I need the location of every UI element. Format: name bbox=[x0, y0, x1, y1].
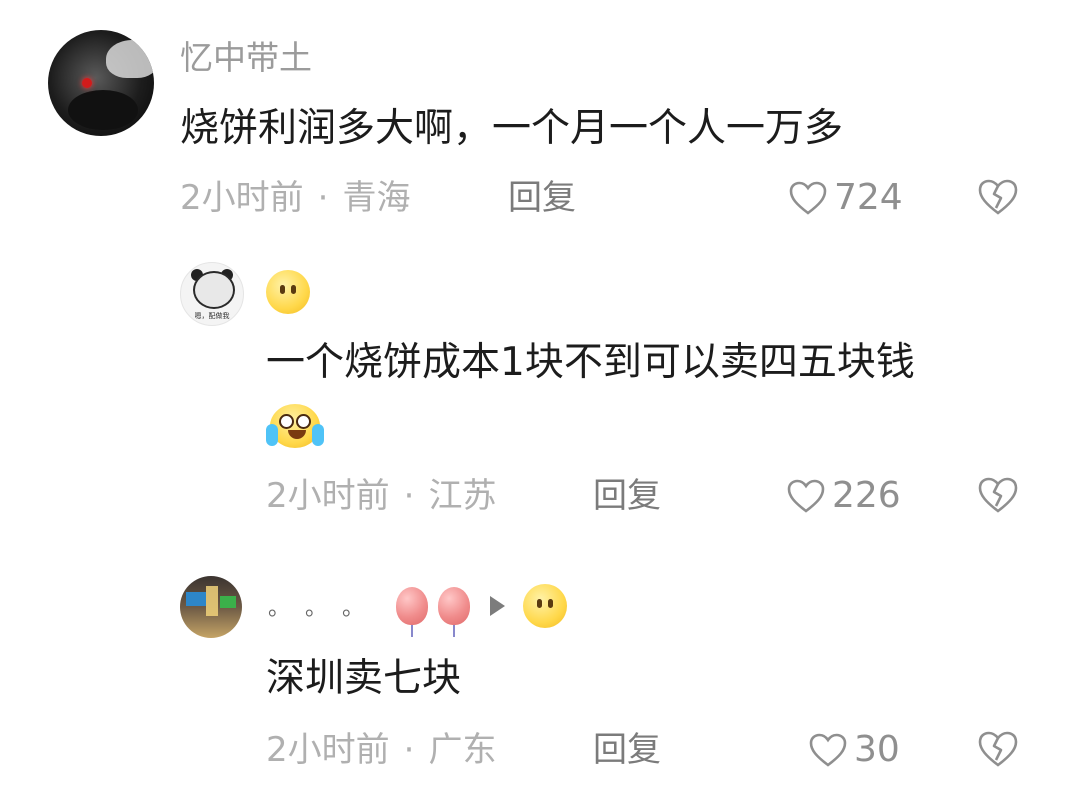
like-count: 724 bbox=[834, 177, 903, 218]
user-avatar[interactable] bbox=[180, 576, 242, 638]
dislike-button[interactable] bbox=[977, 730, 1019, 772]
comment-username[interactable]: 忆中带土 bbox=[180, 38, 312, 78]
avatar-caption: 嗯，配做我 bbox=[194, 312, 230, 320]
like-button[interactable]: 724 bbox=[788, 178, 903, 218]
comment-location: 青海 bbox=[342, 178, 411, 218]
comment-text: 烧饼利润多大啊，一个月一个人一万多 bbox=[180, 106, 844, 151]
heart-icon bbox=[787, 479, 825, 513]
emoji-tear-shape bbox=[266, 424, 278, 446]
reply-button[interactable]: 回复 bbox=[508, 178, 576, 218]
avatar-screen-shape bbox=[220, 596, 236, 608]
emoji-mouth-shape bbox=[288, 430, 306, 439]
comment-text: 一个烧饼成本1块不到可以卖四五块钱 bbox=[266, 340, 915, 385]
comment-location: 江苏 bbox=[428, 476, 497, 516]
reply-button[interactable]: 回复 bbox=[593, 476, 661, 516]
broken-heart-icon bbox=[978, 731, 1018, 767]
avatar-hair-shape bbox=[68, 90, 138, 130]
balloon-icon bbox=[438, 587, 471, 637]
emoji-tear-shape bbox=[312, 424, 324, 446]
meta-separator: · bbox=[403, 476, 415, 516]
user-avatar[interactable]: 嗯，配做我 bbox=[180, 262, 244, 326]
neutral-face-emoji bbox=[266, 270, 310, 314]
username-prefix: 。。。 bbox=[268, 596, 391, 621]
reply-button[interactable]: 回复 bbox=[593, 730, 661, 770]
emoji-eye-shape bbox=[279, 414, 294, 429]
heart-icon bbox=[789, 181, 827, 215]
comment-username[interactable] bbox=[266, 270, 310, 314]
crying-laughing-emoji bbox=[266, 400, 324, 450]
avatar-screen-shape bbox=[186, 592, 206, 606]
like-button[interactable]: 226 bbox=[786, 476, 901, 516]
heart-icon bbox=[809, 733, 847, 767]
panda-face-icon bbox=[193, 271, 235, 309]
neutral-face-emoji bbox=[523, 584, 568, 628]
meta-separator: · bbox=[403, 730, 415, 770]
emoji-eye-shape bbox=[296, 414, 311, 429]
user-avatar[interactable] bbox=[48, 30, 154, 136]
balloon-icon bbox=[396, 587, 429, 637]
like-count: 30 bbox=[854, 729, 900, 770]
avatar-mask-shape bbox=[106, 40, 154, 78]
dislike-button[interactable] bbox=[977, 178, 1019, 220]
comment-username[interactable]: 。。。 bbox=[268, 584, 568, 637]
avatar-light-shape bbox=[206, 586, 218, 616]
like-count: 226 bbox=[832, 475, 901, 516]
comment-location: 广东 bbox=[428, 730, 497, 770]
broken-heart-icon bbox=[978, 179, 1018, 215]
comment-time: 2小时前 bbox=[266, 476, 390, 516]
comment-time: 2小时前 bbox=[180, 178, 304, 218]
comment-meta: 2小时前 · 广东 bbox=[266, 730, 496, 770]
avatar-eye-shape bbox=[82, 78, 92, 88]
like-button[interactable]: 30 bbox=[808, 730, 900, 770]
comment-text: 深圳卖七块 bbox=[266, 656, 462, 701]
comment-meta: 2小时前 · 江苏 bbox=[266, 476, 496, 516]
comment-time: 2小时前 bbox=[266, 730, 390, 770]
broken-heart-icon bbox=[978, 477, 1018, 513]
comment-meta: 2小时前 · 青海 bbox=[180, 178, 410, 218]
play-icon bbox=[490, 596, 506, 616]
meta-separator: · bbox=[317, 178, 329, 218]
dislike-button[interactable] bbox=[977, 476, 1019, 518]
